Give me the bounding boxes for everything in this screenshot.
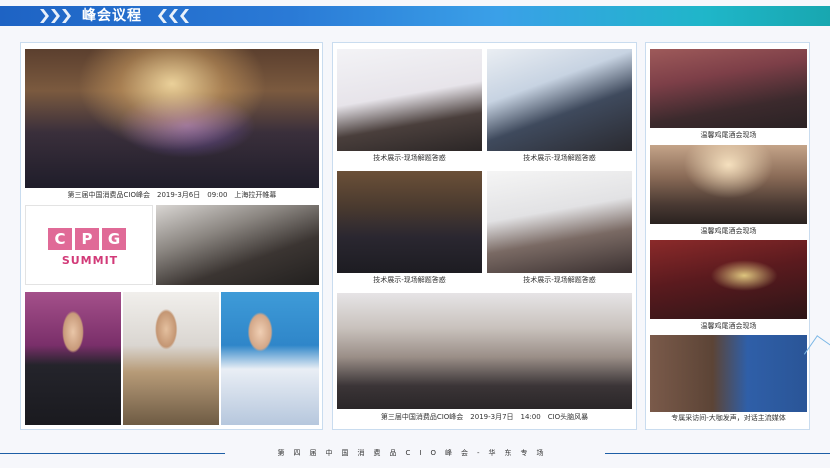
logo-subtitle: SUMMIT [61,254,119,267]
cocktail-caption: 温馨鸡尾酒会现场 [700,322,757,330]
logo-letters: C P G [48,228,126,250]
tech-demo-caption: 技术展示-现场解题答惑 [373,154,446,162]
tech-demo-photo-4 [487,171,632,273]
cpg-summit-logo: C P G SUMMIT [25,205,153,285]
cocktail-caption: 温馨鸡尾酒会现场 [700,131,757,139]
chevron-left-icon [180,9,189,23]
chevron-right-icon [62,9,71,23]
logo-letter: C [48,228,72,250]
chevron-right-icon [51,9,60,23]
cocktail-photo-2 [650,145,807,224]
chevron-left-icon [169,9,178,23]
page-title: 峰会议程 [82,8,142,24]
footer: 第四届中国消费品CIO峰会-华东专场 [0,446,830,460]
speaker-photo-2 [123,292,219,425]
speaker-photo-1 [25,292,121,425]
header-bar: 峰会议程 [0,6,830,26]
tech-demo-caption: 技术展示-现场解题答惑 [523,154,596,162]
tech-demo-caption: 技术展示-现场解题答惑 [373,276,446,284]
main-session-caption: 第三届中国消费品CIO峰会 2019-3月6日 09:00 上海拉开帷幕 [67,191,277,199]
cocktail-caption: 温馨鸡尾酒会现场 [700,227,757,235]
tech-demo-photo-2 [487,49,632,151]
logo-letter: G [102,228,126,250]
logo-letter: P [75,228,99,250]
chevron-right-icon [40,9,49,23]
tech-demo-photo-3 [337,171,482,273]
speaker-photo-3 [221,292,319,425]
interview-room-photo [650,335,807,412]
tech-demo-caption: 技术展示-现场解题答惑 [523,276,596,284]
cocktail-photo-1 [650,49,807,128]
tech-demo-photo-1 [337,49,482,151]
cocktail-photo-3 [650,240,807,319]
chevron-left-icon [158,9,167,23]
interview-caption: 专属采访间-大咖发声，对话主流媒体 [671,414,786,422]
conference-hall-photo [25,49,319,188]
audience-photo [156,205,319,285]
cio-brainstorm-photo [337,293,632,409]
brainstorm-caption: 第三届中国消费品CIO峰会 2019-3月7日 14:00 CIO头脑风暴 [380,413,589,421]
footer-line-right [605,453,830,454]
